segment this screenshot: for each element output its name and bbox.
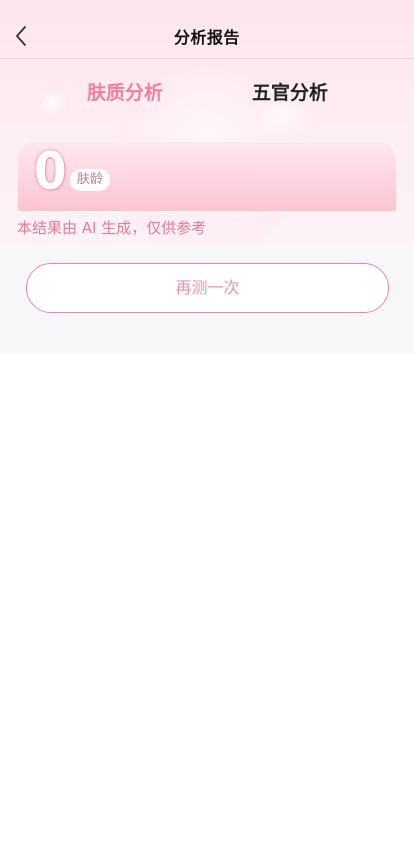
analysis-report-page: 分析报告 肤质分析 五官分析 0 肤龄 本结果由 AI 生成，仅供参考 再测一次 [0, 0, 414, 866]
page-title: 分析报告 [173, 28, 240, 47]
skin-age-card: 0 肤龄 [18, 141, 396, 211]
retest-section: 再测一次 [0, 244, 414, 354]
tab-facial-features-analysis[interactable]: 五官分析 [252, 78, 328, 105]
nav-bar: 分析报告 [0, 0, 414, 59]
tab-skin-analysis[interactable]: 肤质分析 [87, 78, 163, 105]
analysis-tabs: 肤质分析 五官分析 [0, 78, 414, 110]
ai-disclaimer: 本结果由 AI 生成，仅供参考 [17, 219, 207, 237]
skin-age-value: 0 [34, 142, 67, 202]
retest-button[interactable]: 再测一次 [26, 263, 389, 313]
skin-age-badge: 肤龄 [70, 169, 111, 191]
